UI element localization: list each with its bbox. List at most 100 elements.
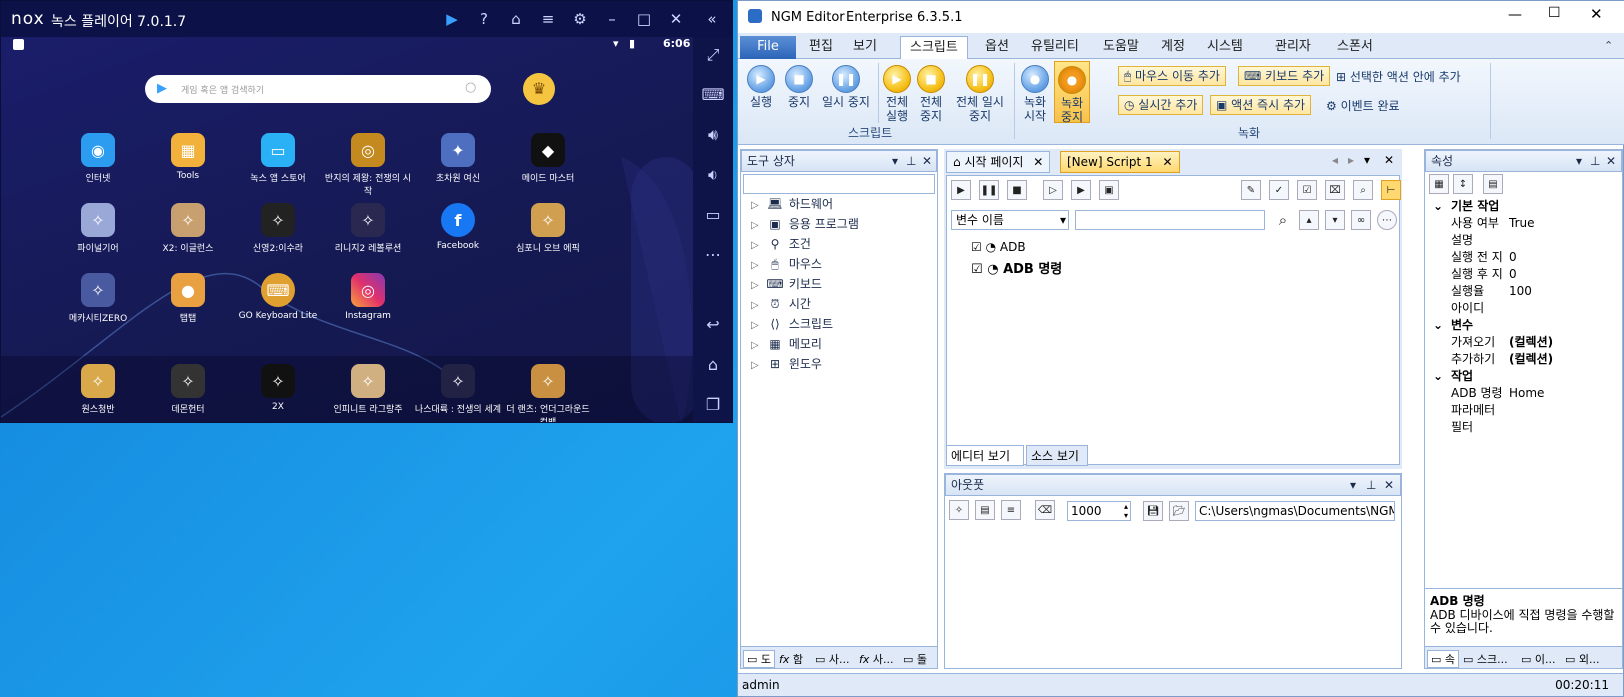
folder-icon[interactable]: 📂︎ — [1169, 501, 1189, 521]
toolbox-item-hardware[interactable]: ▷ 💻︎ 하드웨어 — [751, 194, 833, 214]
search-icon[interactable]: ⌕ — [1353, 180, 1373, 200]
recent-apps-icon[interactable]: ❐ — [701, 393, 725, 417]
tree-node-adb-command[interactable]: ☑ ◔ ADB 명령 — [971, 258, 1062, 277]
toolbox-search-input[interactable] — [743, 174, 935, 194]
dropdown-icon[interactable]: ▾ — [892, 151, 898, 171]
dropdown-icon[interactable]: ▾ — [1364, 153, 1370, 167]
property-row[interactable]: ADB 명령 Home — [1425, 385, 1624, 402]
stop-icon[interactable]: ■ — [1007, 180, 1027, 200]
pause-button[interactable]: ❚❚ 일시 중지 — [818, 65, 874, 109]
toolbox-item-memory[interactable]: ▷ ▦ 메모리 — [751, 334, 822, 354]
loop-icon[interactable]: ∞ — [1351, 210, 1371, 230]
fullscreen-icon[interactable]: ⤢ — [701, 43, 725, 67]
pin-icon[interactable]: ⊥ — [906, 151, 916, 171]
maximize-icon[interactable]: ☐ — [1548, 5, 1561, 21]
more-icon[interactable]: ⋯ — [701, 243, 725, 267]
settings-icon[interactable]: ⚙ — [569, 8, 591, 30]
property-row[interactable]: 실행 전 지0 — [1425, 249, 1624, 266]
app-mecha-city[interactable]: ✧ 메카시티ZERO — [53, 273, 143, 335]
dock-app-6[interactable]: ✧ 더 랜츠: 언더그라운드 컴뱃 — [503, 364, 593, 422]
bottom-tab-api[interactable]: ▭ 외... — [1565, 651, 1600, 667]
variable-value-input[interactable] — [1075, 210, 1265, 230]
app-final-gear[interactable]: ✧ 파이널기어 — [53, 203, 143, 265]
collapse-sidebar-icon[interactable]: « — [701, 8, 723, 30]
app-internet[interactable]: ◉ 인터넷 — [53, 133, 143, 195]
theme-icon[interactable]: ⌂ — [505, 8, 527, 30]
eraser-icon[interactable]: ⌫ — [1035, 500, 1055, 520]
check-icon[interactable]: ✓ — [1269, 180, 1289, 200]
app-tools[interactable]: ▦ Tools — [143, 133, 233, 195]
down-icon[interactable]: ▾ — [1325, 210, 1345, 230]
record-stop-button[interactable]: ● 녹화 중지 — [1054, 61, 1090, 124]
screen-icon[interactable]: ▭ — [701, 203, 725, 227]
menu-icon[interactable]: ≡ — [537, 8, 559, 30]
property-category[interactable]: ⌄ 기본 작업 — [1425, 198, 1624, 215]
tab-script-1[interactable]: [New] Script 1 ✕ — [1060, 151, 1180, 173]
tab-script[interactable]: 스크립트 — [900, 36, 968, 59]
app-goddess[interactable]: ✦ 초차원 여신 — [413, 133, 503, 195]
tab-options[interactable]: 옵션 — [976, 36, 1018, 59]
bottom-tab-user1[interactable]: ▭ 사... — [815, 651, 850, 667]
dock-app-4[interactable]: ✧ 인피니트 라그랑주 — [323, 364, 413, 422]
scroll-left-icon[interactable]: ◂ — [1332, 153, 1338, 167]
app-lotr[interactable]: ◎ 반지의 제왕: 전쟁의 시작 — [323, 133, 413, 197]
property-pages-icon[interactable]: ▤ — [1483, 174, 1503, 194]
close-icon[interactable]: ✕ — [1162, 155, 1172, 169]
dropdown-icon[interactable]: ▾ — [1576, 151, 1582, 171]
dock-app-5[interactable]: ✧ 나스대륙 : 전생의 세계 — [413, 364, 503, 422]
up-icon[interactable]: ▴ — [1299, 210, 1319, 230]
ribbon-collapse-icon[interactable]: ⌃ — [1604, 39, 1613, 52]
play-icon[interactable]: ▶ — [951, 180, 971, 200]
step-icon[interactable]: ▷ — [1043, 180, 1063, 200]
property-row[interactable]: 필터 — [1425, 419, 1624, 436]
app-unity[interactable]: ◆ 메이드 마스터 — [503, 133, 593, 195]
stop-button[interactable]: ■ 중지 — [782, 65, 816, 109]
pause-icon[interactable]: ❚❚ — [979, 180, 999, 200]
tab-sponsor[interactable]: 스폰서 — [1328, 36, 1382, 59]
property-category[interactable]: ⌄ 작업 — [1425, 368, 1624, 385]
keyboard-icon[interactable]: ⌨ — [701, 83, 725, 107]
back-icon[interactable]: ↩ — [701, 313, 725, 337]
dock-app-2[interactable]: ✧ 데몬헌터 — [143, 364, 233, 422]
tab-file[interactable]: File — [740, 36, 796, 59]
close-icon[interactable]: ✕ — [1033, 155, 1043, 169]
minimize-icon[interactable]: — — [1508, 7, 1522, 23]
close-icon[interactable]: ✕ — [1384, 153, 1394, 167]
volume-down-icon[interactable]: 🔉︎ — [701, 163, 725, 187]
dock-app-3[interactable]: ✧ 2X — [233, 364, 323, 422]
check-box-icon[interactable]: ☑ — [1297, 180, 1317, 200]
app-shinyoung[interactable]: ✧ 신영2:이수라 — [233, 203, 323, 265]
sort-az-icon[interactable]: ↕ — [1453, 174, 1473, 194]
add-realtime-button[interactable]: ◷ 실시간 추가 — [1118, 95, 1204, 115]
output-count-input[interactable]: 1000 ▴ ▾ — [1067, 501, 1131, 521]
help-icon[interactable]: ? — [473, 8, 495, 30]
toolbox-item-keyboard[interactable]: ▷ ⌨ 키보드 — [751, 274, 822, 294]
bottom-tab-image[interactable]: ▭ 이... — [1521, 651, 1556, 667]
toolbox-item-window[interactable]: ▷ ⊞ 윈도우 — [751, 354, 822, 374]
record-start-button[interactable]: ● 녹화 시작 — [1020, 65, 1050, 123]
tab-edit[interactable]: 편집 — [800, 36, 842, 59]
play-box-icon[interactable]: ▶ — [1071, 180, 1091, 200]
checkbox-icon[interactable]: ☑ — [971, 262, 983, 277]
bottom-tab-user2[interactable]: fx 사... — [859, 651, 894, 667]
app-search-bar[interactable]: ▶ 게임 혹은 앱 검색하기 ○ — [145, 75, 491, 103]
property-row[interactable]: 실행 후 지0 — [1425, 266, 1624, 283]
app-facebook[interactable]: f Facebook — [413, 203, 503, 265]
tab-view[interactable]: 보기 — [844, 36, 886, 59]
close-icon[interactable]: ✕ — [1590, 5, 1603, 23]
app-instagram[interactable]: ◎ Instagram — [323, 273, 413, 335]
toolbox-item-script[interactable]: ▷ ⟨⟩ 스크립트 — [751, 314, 833, 334]
variable-select[interactable]: 변수 이름 ▾ — [951, 210, 1069, 230]
add-action-now-button[interactable]: ▣ 액션 즉시 추가 — [1210, 95, 1312, 115]
volume-up-icon[interactable]: 🔊︎ — [701, 123, 725, 147]
new-doc-icon[interactable]: ▤ — [975, 500, 995, 520]
run-button[interactable]: ▶ 실행 — [744, 65, 778, 109]
tree-icon[interactable]: ⊢ — [1381, 180, 1401, 200]
maximize-icon[interactable]: □ — [633, 8, 655, 30]
close-icon[interactable]: ✕ — [665, 8, 687, 30]
stop-all-button[interactable]: ■ 전체 중지 — [916, 65, 946, 123]
bottom-tab-other[interactable]: ▭ 돌 — [903, 651, 927, 667]
pause-all-button[interactable]: ❚❚ 전체 일시 중지 — [950, 65, 1010, 123]
bottom-tab-properties[interactable]: ▭ 속 — [1427, 650, 1460, 668]
tab-source-view[interactable]: 소스 보기 — [1026, 445, 1088, 466]
